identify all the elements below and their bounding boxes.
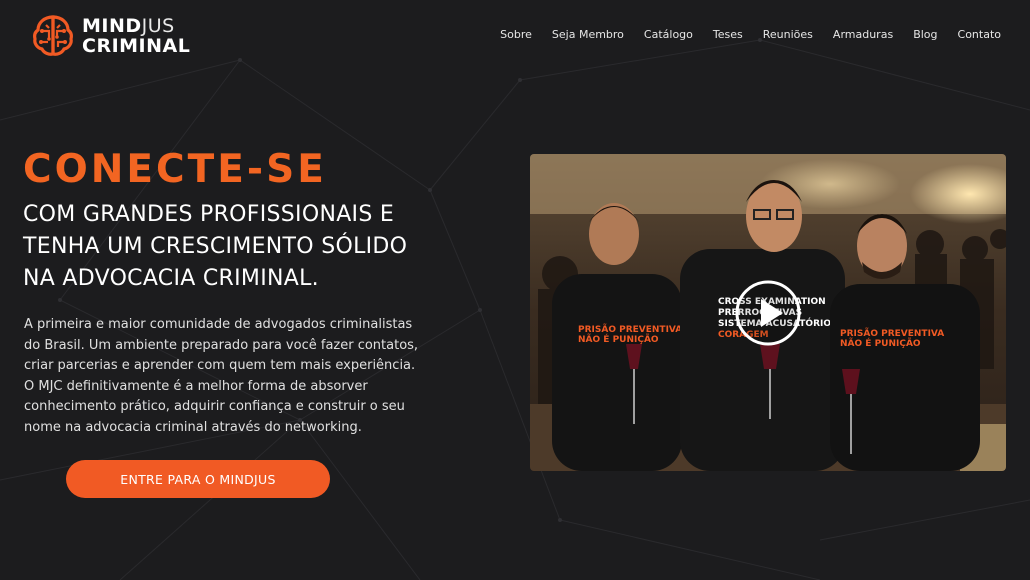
nav-item-reunioes[interactable]: Reuniões (763, 28, 813, 41)
nav-item-catalogo[interactable]: Catálogo (644, 28, 693, 41)
nav-item-sobre[interactable]: Sobre (500, 28, 532, 41)
logo-wordmark: MINDJUS CRIMINAL (82, 14, 191, 57)
subheadline-line: COM GRANDES PROFISSIONAIS E (23, 202, 395, 227)
nav-item-blog[interactable]: Blog (913, 28, 937, 41)
hero-heading-block: CONECTE-SE COM GRANDES PROFISSIONAIS E T… (23, 150, 443, 295)
site-logo[interactable]: MINDJUS CRIMINAL (30, 13, 190, 59)
hero-headline: CONECTE-SE (23, 147, 327, 192)
shirt-text: PRISÃO PREVENTIVA (578, 324, 682, 335)
subheadline-line: NA ADVOCACIA CRIMINAL. (23, 266, 319, 291)
site-header: MINDJUS CRIMINAL Sobre Seja Membro Catál… (0, 0, 1030, 74)
play-icon[interactable] (734, 279, 802, 347)
video-thumbnail[interactable]: PRISÃO PREVENTIVA NÃO É PUNIÇÃO CROSS EX… (530, 154, 1006, 471)
nav-item-seja-membro[interactable]: Seja Membro (552, 28, 624, 41)
nav-item-contato[interactable]: Contato (958, 28, 1001, 41)
brain-circuit-icon (33, 15, 73, 56)
shirt-text: NÃO É PUNIÇÃO (578, 333, 659, 345)
nav-item-armaduras[interactable]: Armaduras (833, 28, 893, 41)
hero-description: A primeira e maior comunidade de advogad… (24, 317, 419, 435)
shirt-text: PRISÃO PREVENTIVA (840, 328, 944, 339)
nav-item-teses[interactable]: Teses (713, 28, 743, 41)
main-nav: Sobre Seja Membro Catálogo Teses Reuniõe… (480, 28, 1001, 41)
hero-subheadline: COM GRANDES PROFISSIONAIS E TENHA UM CRE… (23, 199, 443, 295)
join-mindjus-button[interactable]: ENTRE PARA O MINDJUS (66, 460, 330, 498)
logo-word-criminal: CRIMINAL (82, 34, 191, 57)
shirt-text: NÃO É PUNIÇÃO (840, 337, 921, 349)
logo-word-jus: JUS (141, 14, 175, 37)
logo-word-mind: MIND (82, 14, 142, 37)
subheadline-line: TENHA UM CRESCIMENTO SÓLIDO (23, 234, 408, 259)
